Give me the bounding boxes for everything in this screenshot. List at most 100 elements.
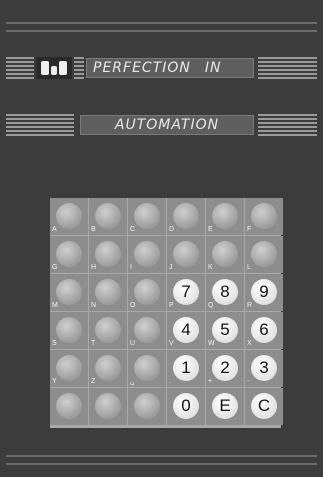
key-letter: J	[169, 264, 173, 271]
keypad-key[interactable]: 7P	[167, 274, 205, 311]
key-button[interactable]	[251, 203, 277, 229]
keypad-key[interactable]	[128, 388, 166, 425]
lcd-line-2: AUTOMATION	[80, 115, 254, 135]
device-panel: PERFECTION IN AUTOMATION A B C D E F G H I J K L M N O…	[0, 0, 323, 477]
keypad-key[interactable]: 9R	[245, 274, 283, 311]
keypad-key[interactable]: G	[50, 236, 88, 273]
keypad-key[interactable]: L	[245, 236, 283, 273]
key-letter: .	[169, 378, 171, 385]
keypad-key[interactable]: U	[128, 312, 166, 349]
stripe-decor	[6, 57, 34, 79]
keypad-key[interactable]: 2 +	[206, 350, 244, 387]
keypad: A B C D E F G H I J K L M N O 7 P 8 Q 9 R S T U 4 V 5 W 6 X Y Z ␣ 1. 2 +3-0…	[50, 198, 283, 428]
keypad-key[interactable]: 8Q	[206, 274, 244, 311]
keypad-key[interactable]: I	[128, 236, 166, 273]
keypad-key[interactable]: F	[245, 198, 283, 235]
key-letter: G	[52, 264, 58, 271]
key-button-0[interactable]: 0	[173, 393, 199, 419]
keypad-key[interactable]: E	[206, 198, 244, 235]
key-button-5[interactable]: 5	[212, 317, 238, 343]
keypad-key[interactable]: S	[50, 312, 88, 349]
key-button[interactable]	[56, 317, 82, 343]
key-button[interactable]	[134, 241, 160, 267]
key-button-1[interactable]: 1	[173, 355, 199, 381]
key-button-3[interactable]: 3	[251, 355, 277, 381]
key-button[interactable]	[56, 279, 82, 305]
key-button-E[interactable]: E	[212, 393, 238, 419]
key-button-9[interactable]: 9	[251, 279, 277, 305]
keypad-key[interactable]: D	[167, 198, 205, 235]
key-button[interactable]	[134, 279, 160, 305]
key-button[interactable]	[95, 355, 121, 381]
key-button-2[interactable]: 2	[212, 355, 238, 381]
keypad-key[interactable]: Y	[50, 350, 88, 387]
key-button[interactable]	[251, 241, 277, 267]
key-letter: R	[247, 302, 253, 309]
stripe-decor	[6, 114, 74, 136]
key-button[interactable]	[95, 317, 121, 343]
keypad-key[interactable]: C	[245, 388, 283, 425]
keypad-key[interactable]: O	[128, 274, 166, 311]
key-letter: +	[208, 378, 213, 385]
key-button[interactable]	[212, 203, 238, 229]
keypad-key[interactable]: J	[167, 236, 205, 273]
keypad-key[interactable]: M	[50, 274, 88, 311]
key-letter: B	[91, 226, 96, 233]
key-letter: D	[169, 226, 175, 233]
key-letter: T	[91, 340, 96, 347]
keypad-key[interactable]: 0	[167, 388, 205, 425]
keypad-key[interactable]: Z	[89, 350, 127, 387]
keypad-key[interactable]: 1.	[167, 350, 205, 387]
key-button[interactable]	[56, 241, 82, 267]
keypad-key[interactable]	[50, 388, 88, 425]
keypad-key[interactable]: 5W	[206, 312, 244, 349]
key-letter: -	[247, 378, 250, 385]
key-letter: V	[169, 340, 174, 347]
keypad-key[interactable]: K	[206, 236, 244, 273]
keypad-key[interactable]: B	[89, 198, 127, 235]
key-letter: W	[208, 340, 215, 347]
key-button[interactable]	[134, 355, 160, 381]
key-letter: ␣	[130, 378, 135, 385]
keypad-key[interactable]: C	[128, 198, 166, 235]
key-button-8[interactable]: 8	[212, 279, 238, 305]
keypad-key[interactable]: ␣	[128, 350, 166, 387]
key-letter: I	[130, 264, 132, 271]
key-button[interactable]	[95, 393, 121, 419]
divider	[6, 463, 317, 465]
keypad-key[interactable]	[89, 388, 127, 425]
keypad-key[interactable]: N	[89, 274, 127, 311]
key-button[interactable]	[95, 203, 121, 229]
key-button-4[interactable]: 4	[173, 317, 199, 343]
keypad-key[interactable]: E	[206, 388, 244, 425]
key-letter: E	[208, 226, 213, 233]
keypad-key[interactable]: A	[50, 198, 88, 235]
key-button-6[interactable]: 6	[251, 317, 277, 343]
keypad-key[interactable]: 4V	[167, 312, 205, 349]
key-button[interactable]	[134, 393, 160, 419]
key-button[interactable]	[56, 393, 82, 419]
key-letter: P	[169, 302, 174, 309]
key-button[interactable]	[95, 279, 121, 305]
key-button-C[interactable]: C	[251, 393, 277, 419]
key-letter: Z	[91, 378, 96, 385]
key-button[interactable]	[95, 241, 121, 267]
lcd-text: AUTOMATION	[114, 117, 220, 133]
br-logo	[36, 57, 72, 79]
key-button[interactable]	[56, 355, 82, 381]
key-button[interactable]	[134, 317, 160, 343]
key-letter: Q	[208, 302, 214, 309]
divider	[6, 455, 317, 457]
key-button[interactable]	[173, 203, 199, 229]
key-button-7[interactable]: 7	[173, 279, 199, 305]
keypad-key[interactable]: 6X	[245, 312, 283, 349]
keypad-key[interactable]: 3-	[245, 350, 283, 387]
key-button[interactable]	[173, 241, 199, 267]
key-button[interactable]	[56, 203, 82, 229]
key-letter: S	[52, 340, 57, 347]
key-button[interactable]	[134, 203, 160, 229]
keypad-key[interactable]: H	[89, 236, 127, 273]
key-button[interactable]	[212, 241, 238, 267]
key-letter: K	[208, 264, 213, 271]
keypad-key[interactable]: T	[89, 312, 127, 349]
